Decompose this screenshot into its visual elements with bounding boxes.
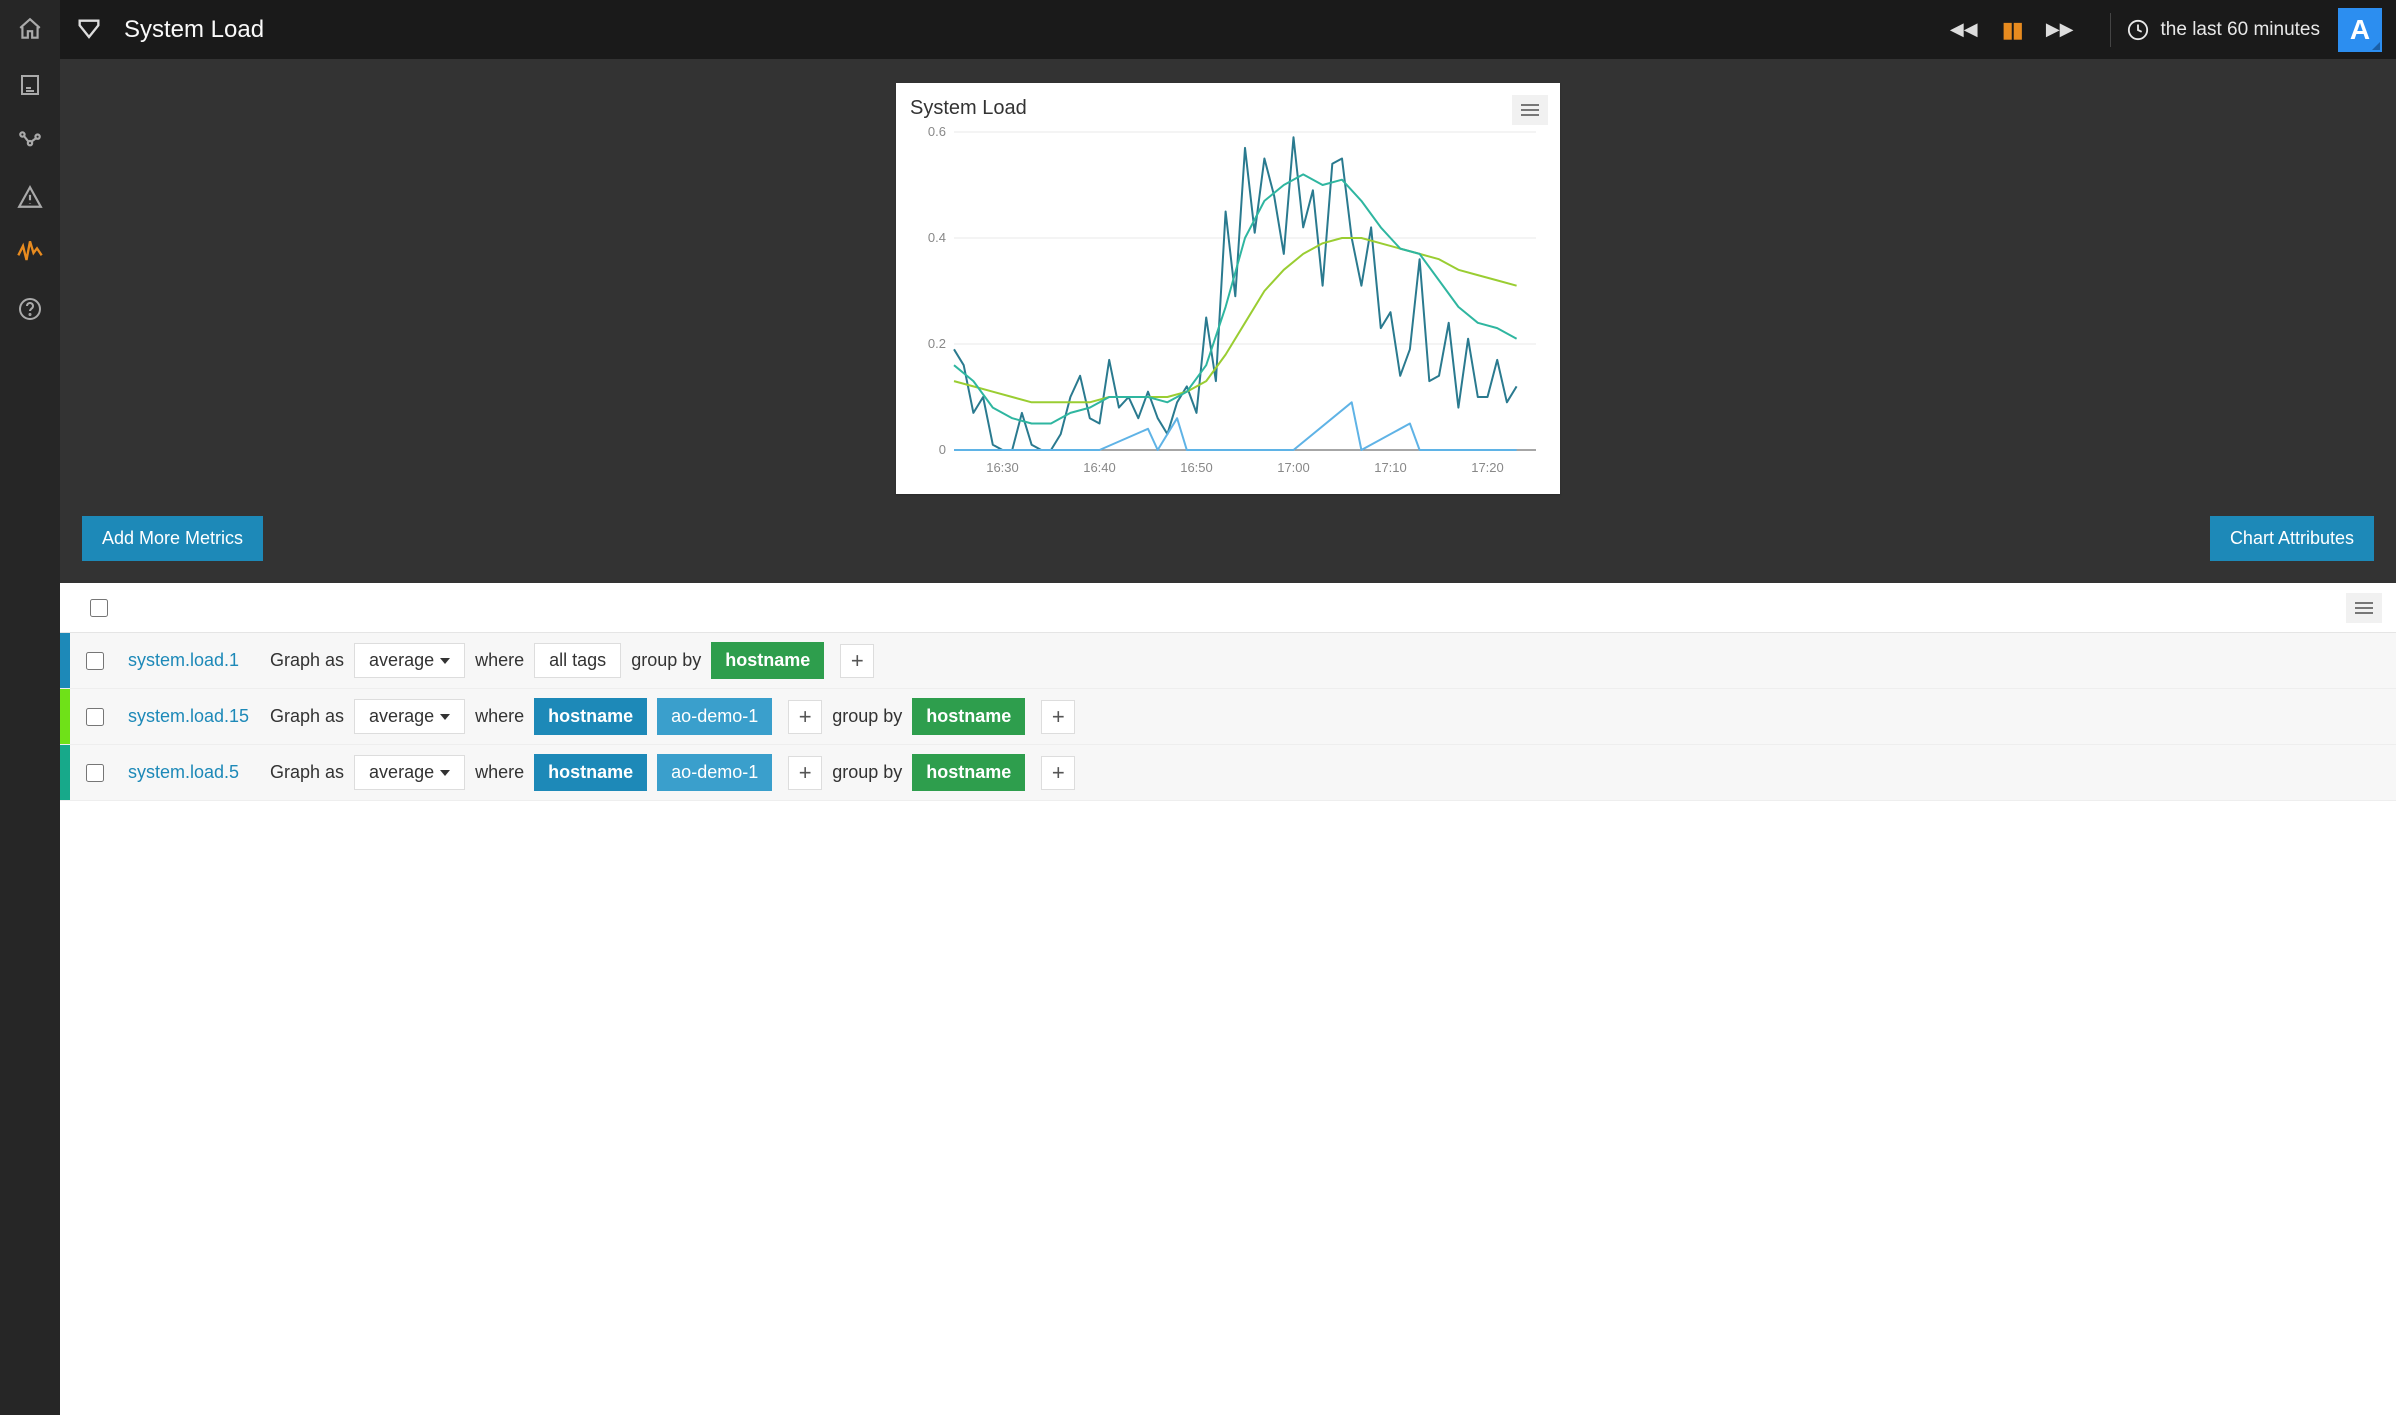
metric-color-bar xyxy=(60,689,70,744)
add-group-button[interactable]: + xyxy=(1041,756,1075,790)
help-icon[interactable] xyxy=(15,294,45,324)
graph-icon[interactable] xyxy=(15,126,45,156)
time-range-picker[interactable]: the last 60 minutes xyxy=(2127,19,2338,41)
chart-area: System Load 0 0.2 0.4 0.6 16:30 16:40 16:50 17:… xyxy=(60,59,2396,583)
graph-as-label: Graph as xyxy=(270,650,344,671)
pause-icon[interactable]: ▮▮ xyxy=(2002,17,2022,43)
metrics-menu-button[interactable] xyxy=(2346,593,2382,623)
sidebar xyxy=(0,0,60,1415)
time-range-label: the last 60 minutes xyxy=(2161,19,2320,41)
metric-name-link[interactable]: system.load.5 xyxy=(120,762,270,783)
select-all-checkbox[interactable] xyxy=(90,599,108,617)
forward-icon[interactable]: ▶▶ xyxy=(2046,19,2074,40)
aggregation-select[interactable]: average xyxy=(354,643,465,678)
metric-row: system.load.15 Graph as average where ho… xyxy=(60,689,2396,745)
add-where-button[interactable]: + xyxy=(788,756,822,790)
svg-text:0: 0 xyxy=(939,442,946,457)
topbar: System Load ◀◀ ▮▮ ▶▶ the last 60 minutes… xyxy=(0,0,2396,59)
metrics-header xyxy=(60,583,2396,633)
context-icon[interactable] xyxy=(60,16,118,44)
metric-checkbox[interactable] xyxy=(86,708,104,726)
aggregation-select[interactable]: average xyxy=(354,699,465,734)
svg-text:0.4: 0.4 xyxy=(928,230,946,245)
metric-name-link[interactable]: system.load.15 xyxy=(120,706,270,727)
metrics-icon[interactable] xyxy=(15,238,45,268)
metric-checkbox[interactable] xyxy=(86,764,104,782)
metric-row: system.load.1 Graph as average where all… xyxy=(60,633,2396,689)
alert-icon[interactable] xyxy=(15,182,45,212)
group-by-tag[interactable]: hostname xyxy=(912,698,1025,735)
svg-text:16:50: 16:50 xyxy=(1180,460,1213,475)
group-by-label: group by xyxy=(832,706,902,727)
metric-name-link[interactable]: system.load.1 xyxy=(120,650,270,671)
page-title: System Load xyxy=(124,16,264,44)
graph-as-label: Graph as xyxy=(270,762,344,783)
chart-card: System Load 0 0.2 0.4 0.6 16:30 16:40 16:50 17:… xyxy=(896,83,1560,494)
series-line xyxy=(954,238,1517,402)
where-label: where xyxy=(475,650,524,671)
metric-row: system.load.5 Graph as average where hos… xyxy=(60,745,2396,801)
home-icon[interactable] xyxy=(15,14,45,44)
where-key-tag[interactable]: hostname xyxy=(534,698,647,735)
where-key-tag[interactable]: hostname xyxy=(534,754,647,791)
group-by-label: group by xyxy=(631,650,701,671)
svg-text:17:20: 17:20 xyxy=(1471,460,1504,475)
chart-attributes-button[interactable]: Chart Attributes xyxy=(2210,516,2374,561)
group-by-label: group by xyxy=(832,762,902,783)
svg-text:0.6: 0.6 xyxy=(928,124,946,139)
svg-text:16:30: 16:30 xyxy=(986,460,1019,475)
add-where-button[interactable]: + xyxy=(788,700,822,734)
aggregation-select[interactable]: average xyxy=(354,755,465,790)
metrics-panel: system.load.1 Graph as average where all… xyxy=(60,583,2396,801)
svg-text:0.2: 0.2 xyxy=(928,336,946,351)
group-by-tag[interactable]: hostname xyxy=(711,642,824,679)
where-value-tag[interactable]: ao-demo-1 xyxy=(657,754,772,791)
graph-as-label: Graph as xyxy=(270,706,344,727)
line-chart: 0 0.2 0.4 0.6 16:30 16:40 16:50 17:00 17:10 17:20 xyxy=(910,124,1546,484)
series-line xyxy=(954,402,1517,450)
metric-color-bar xyxy=(60,745,70,800)
avatar[interactable]: A xyxy=(2338,8,2382,52)
group-by-tag[interactable]: hostname xyxy=(912,754,1025,791)
add-more-metrics-button[interactable]: Add More Metrics xyxy=(82,516,263,561)
chart-menu-button[interactable] xyxy=(1512,95,1548,125)
where-value-tag[interactable]: ao-demo-1 xyxy=(657,698,772,735)
metric-color-bar xyxy=(60,633,70,688)
clock-icon xyxy=(2127,19,2149,41)
where-label: where xyxy=(475,762,524,783)
where-label: where xyxy=(475,706,524,727)
series-line xyxy=(954,174,1517,423)
add-group-button[interactable]: + xyxy=(1041,700,1075,734)
add-group-button[interactable]: + xyxy=(840,644,874,678)
svg-text:16:40: 16:40 xyxy=(1083,460,1116,475)
svg-text:17:10: 17:10 xyxy=(1374,460,1407,475)
chart-title: System Load xyxy=(910,97,1546,120)
document-icon[interactable] xyxy=(15,70,45,100)
where-tags-pill[interactable]: all tags xyxy=(534,643,621,678)
svg-text:17:00: 17:00 xyxy=(1277,460,1310,475)
rewind-icon[interactable]: ◀◀ xyxy=(1950,19,1978,40)
metric-checkbox[interactable] xyxy=(86,652,104,670)
